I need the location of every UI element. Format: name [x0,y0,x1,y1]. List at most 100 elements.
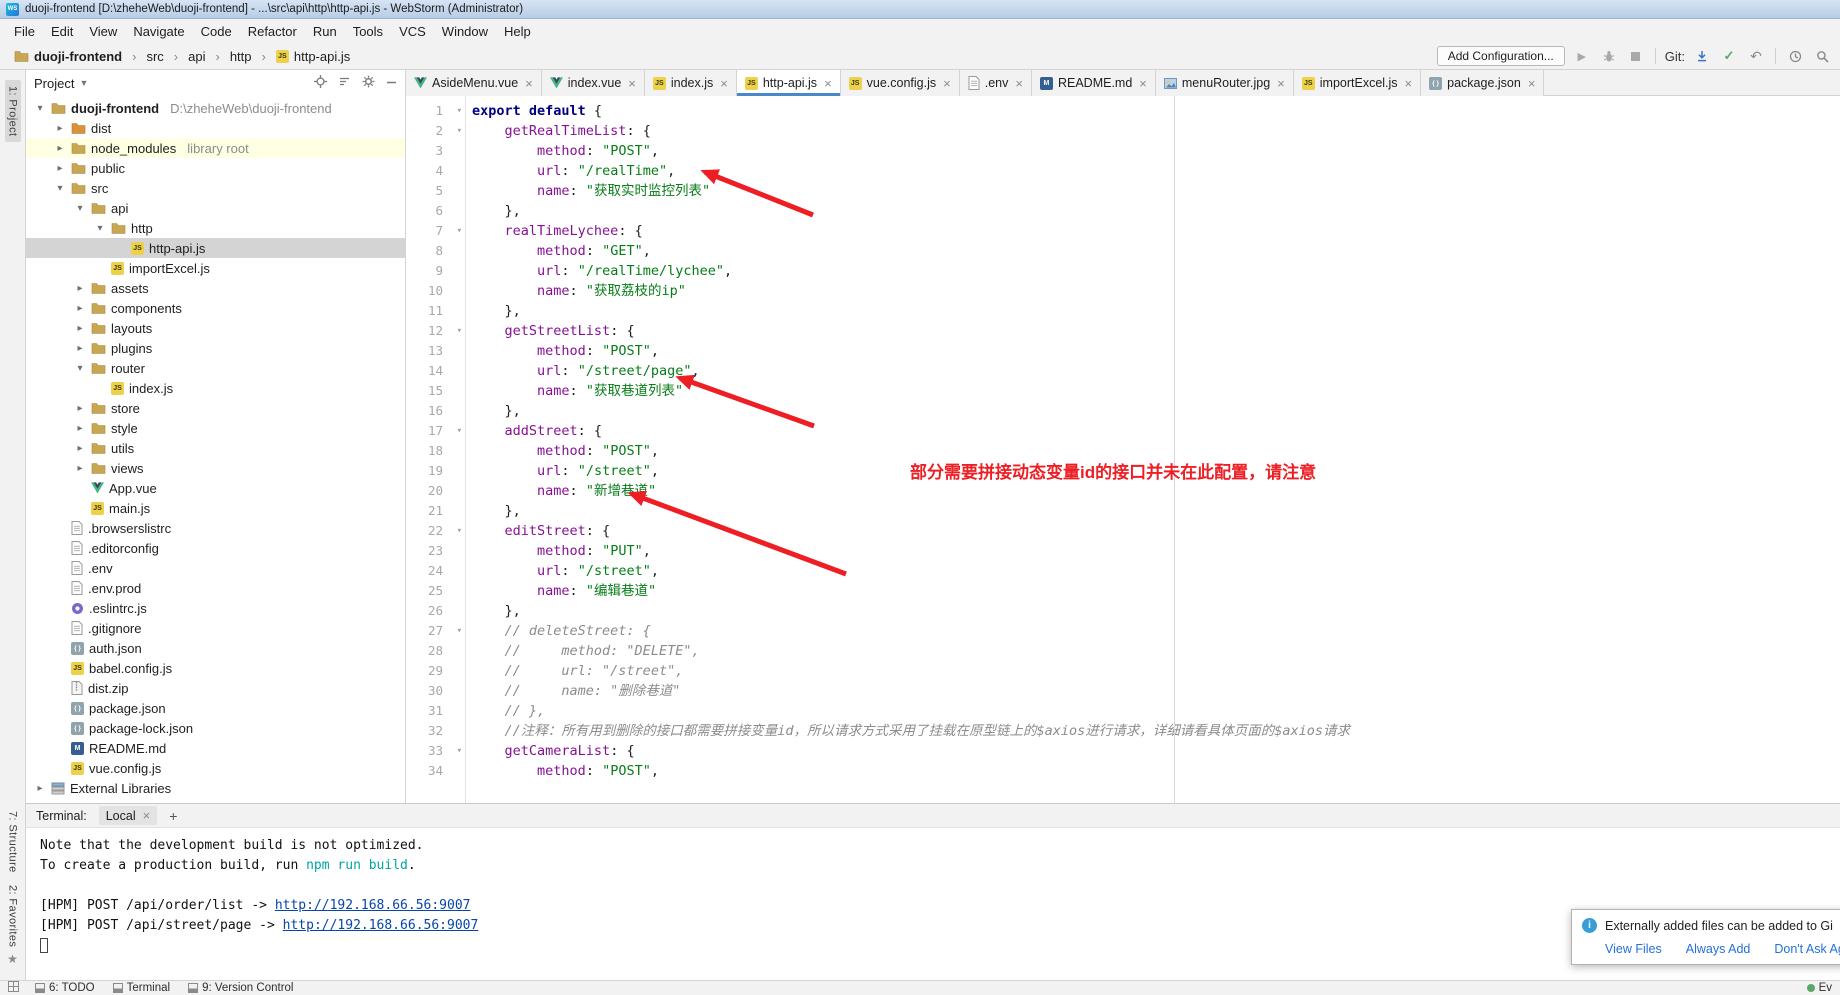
tree-item-README.md[interactable]: MREADME.md [26,738,405,758]
fold-icon[interactable]: ▾ [457,221,462,241]
menu-item-run[interactable]: Run [305,22,345,41]
tree-item-.editorconfig[interactable]: .editorconfig [26,538,405,558]
tree-item-src[interactable]: ▾src [26,178,405,198]
editor-body[interactable]: 1▾2▾34567▾89101112▾1314151617▾1819202122… [406,96,1840,803]
tree-item-package-lock.json[interactable]: { }package-lock.json [26,718,405,738]
fold-icon[interactable]: ▾ [457,321,462,341]
fold-icon[interactable]: ▾ [457,741,462,761]
tree-item-views[interactable]: ▸views [26,458,405,478]
tree-item-assets[interactable]: ▸assets [26,278,405,298]
terminal-link[interactable]: http://192.168.66.56:9007 [275,898,471,913]
menu-item-code[interactable]: Code [193,22,240,41]
collapse-arrow-icon[interactable]: ▾ [34,103,46,114]
breadcrumb-item[interactable]: src [143,48,166,65]
tree-item-router[interactable]: ▾router [26,358,405,378]
terminal-output[interactable]: Note that the development build is not o… [26,828,1840,980]
git-commit-icon[interactable]: ✓ [1719,46,1739,66]
history-icon[interactable] [1785,46,1805,66]
tree-item-public[interactable]: ▸public [26,158,405,178]
statusbar-item-terminal[interactable]: Terminal [113,982,170,994]
tab-package.json[interactable]: { }package.json× [1421,70,1544,96]
tree-item-http[interactable]: ▾http [26,218,405,238]
tab-AsideMenu.vue[interactable]: AsideMenu.vue× [406,70,542,96]
collapse-arrow-icon[interactable]: ▾ [54,183,66,194]
terminal-tab-local[interactable]: Local × [99,806,157,825]
close-icon[interactable]: × [720,76,728,91]
expand-arrow-icon[interactable]: ▸ [74,403,86,414]
menu-item-window[interactable]: Window [434,22,496,41]
tree-item-components[interactable]: ▸components [26,298,405,318]
notification-action[interactable]: View Files [1605,942,1662,956]
breadcrumb-item[interactable]: http [227,48,255,65]
fold-icon[interactable]: ▾ [457,101,462,121]
collapse-arrow-icon[interactable]: ▾ [74,363,86,374]
expand-arrow-icon[interactable]: ▸ [74,303,86,314]
tree-item-store[interactable]: ▸store [26,398,405,418]
tree-item-.eslintrc.js[interactable]: .eslintrc.js [26,598,405,618]
tool-button-project[interactable]: 1: Project [5,80,21,142]
tree-item-.gitignore[interactable]: .gitignore [26,618,405,638]
debug-icon[interactable] [1599,46,1619,66]
close-icon[interactable]: × [143,808,151,823]
tree-item-App.vue[interactable]: App.vue [26,478,405,498]
menu-item-file[interactable]: File [6,22,43,41]
tab-vue.config.js[interactable]: JSvue.config.js× [841,70,960,96]
menu-item-refactor[interactable]: Refactor [240,22,305,41]
tree-item-utils[interactable]: ▸utils [26,438,405,458]
event-log-icon[interactable] [1807,984,1815,992]
new-terminal-button[interactable]: + [169,808,177,824]
tree-item-plugins[interactable]: ▸plugins [26,338,405,358]
tab-index.js[interactable]: JSindex.js× [645,70,737,96]
gear-icon[interactable] [362,75,375,91]
expand-arrow-icon[interactable]: ▸ [74,343,86,354]
close-icon[interactable]: × [628,76,636,91]
expand-arrow-icon[interactable]: ▸ [34,783,46,794]
tree-item-.env.prod[interactable]: .env.prod [26,578,405,598]
tree-item-dist[interactable]: ▸dist [26,118,405,138]
expand-arrow-icon[interactable]: ▸ [74,323,86,334]
tree-item-style[interactable]: ▸style [26,418,405,438]
tree-item-node_modules[interactable]: ▸node_moduleslibrary root [26,138,405,158]
expand-arrow-icon[interactable]: ▸ [74,283,86,294]
expand-arrow-icon[interactable]: ▸ [74,423,86,434]
fold-icon[interactable]: ▾ [457,121,462,141]
statusbar-item-9-version-control[interactable]: 9: Version Control [188,982,293,994]
close-icon[interactable]: × [1277,76,1285,91]
breadcrumb-item[interactable]: api [185,48,208,65]
menu-item-help[interactable]: Help [496,22,539,41]
tree-item-dist.zip[interactable]: dist.zip [26,678,405,698]
close-icon[interactable]: × [1528,76,1536,91]
tab-menuRouter.jpg[interactable]: menuRouter.jpg× [1156,70,1294,96]
collapse-arrow-icon[interactable]: ▾ [94,223,106,234]
search-everywhere-icon[interactable] [1812,46,1832,66]
code-area[interactable]: export default { getRealTimeList: { meth… [466,96,1840,803]
terminal-link[interactable]: http://192.168.66.56:9007 [283,918,479,933]
close-icon[interactable]: × [1015,76,1023,91]
statusbar-item-6-todo[interactable]: 6: TODO [35,982,95,994]
stop-button[interactable] [1626,46,1646,66]
notification-action[interactable]: Always Add [1686,942,1751,956]
tree-item-index.js[interactable]: JSindex.js [26,378,405,398]
notification-action[interactable]: Don't Ask Agai [1774,942,1840,956]
add-configuration-button[interactable]: Add Configuration... [1437,46,1565,66]
tree-item-main.js[interactable]: JSmain.js [26,498,405,518]
hide-panel-icon[interactable] [386,76,397,91]
tree-item-http-api.js[interactable]: JShttp-api.js [26,238,405,258]
collapse-arrow-icon[interactable]: ▾ [74,203,86,214]
event-log-label[interactable]: Ev [1819,982,1832,994]
tree-item-.browserslistrc[interactable]: .browserslistrc [26,518,405,538]
run-button[interactable]: ▶ [1572,46,1592,66]
close-icon[interactable]: × [1405,76,1413,91]
close-icon[interactable]: × [943,76,951,91]
git-revert-icon[interactable]: ↶ [1746,46,1766,66]
expand-arrow-icon[interactable]: ▸ [54,143,66,154]
expand-arrow-icon[interactable]: ▸ [74,443,86,454]
tree-item-vue.config.js[interactable]: JSvue.config.js [26,758,405,778]
tree-item-layouts[interactable]: ▸layouts [26,318,405,338]
fold-icon[interactable]: ▾ [457,621,462,641]
collapse-all-icon[interactable] [338,75,351,91]
close-icon[interactable]: × [525,76,533,91]
fold-icon[interactable]: ▾ [457,421,462,441]
tree-item-auth.json[interactable]: { }auth.json [26,638,405,658]
chevron-down-icon[interactable]: ▼ [79,78,88,88]
